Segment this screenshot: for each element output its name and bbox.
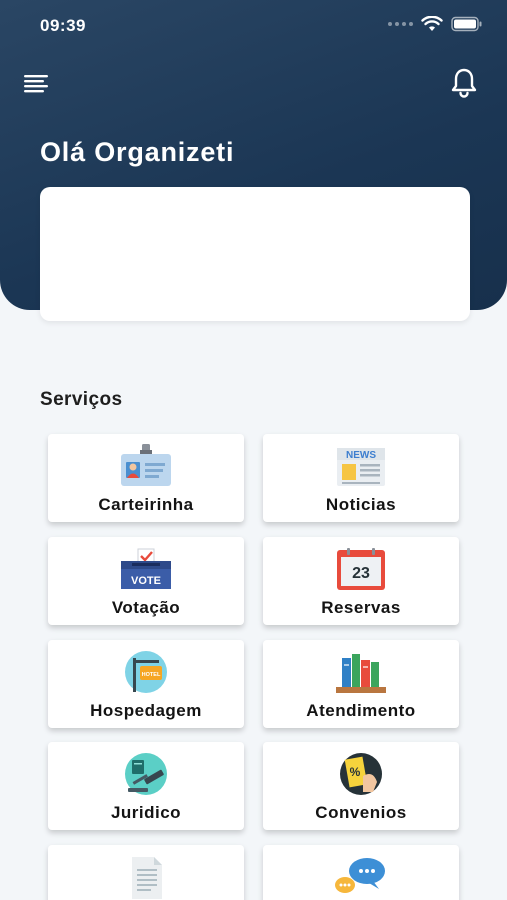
greeting-title: Olá Organizeti [40, 137, 235, 167]
tile-label: Hospedagem [90, 701, 202, 720]
svg-text:%: % [350, 765, 361, 779]
service-tile-chat[interactable] [263, 845, 459, 900]
calendar-day: 23 [352, 565, 370, 582]
hotel-text: HOTEL [142, 672, 161, 678]
battery-icon [451, 16, 482, 32]
service-tile-reservas[interactable]: 23 Reservas [263, 537, 459, 625]
bookshelf-icon [336, 654, 386, 693]
document-icon [132, 857, 162, 899]
ballot-box-icon: VOTE [121, 548, 171, 589]
discount-tag-icon: % [340, 753, 382, 795]
service-tile-atendimento[interactable]: Atendimento [263, 640, 459, 728]
status-time: 09:39 [40, 16, 86, 35]
tile-label: Convenios [315, 803, 407, 822]
status-bar: 09:39 [0, 0, 507, 52]
signal-icon [388, 22, 413, 26]
service-tile-convenios[interactable]: % Convenios [263, 742, 459, 830]
service-tile-juridico[interactable]: Juridico [48, 742, 244, 830]
tile-label: Carteirinha [98, 495, 194, 514]
bell-icon [451, 68, 477, 98]
service-tile-hospedagem[interactable]: HOTEL Hospedagem [48, 640, 244, 728]
tile-label: Noticias [325, 495, 397, 514]
tile-label: Atendimento [306, 701, 416, 720]
tile-label: Votação [111, 598, 181, 617]
calendar-icon: 23 [337, 548, 385, 590]
wifi-icon [421, 16, 443, 31]
service-tile-votacao[interactable]: VOTE Votação [48, 537, 244, 625]
menu-button[interactable] [22, 70, 52, 96]
menu-icon [24, 75, 48, 93]
ballot-text: VOTE [131, 575, 161, 587]
tile-label: Reservas [321, 598, 401, 617]
newspaper-icon: NEWS [337, 448, 385, 486]
service-tile-carteirinha[interactable]: Carteirinha [48, 434, 244, 522]
notifications-button[interactable] [448, 66, 480, 98]
chat-bubbles-icon [335, 858, 385, 893]
news-text: NEWS [346, 450, 376, 461]
hotel-sign-icon: HOTEL [125, 651, 167, 693]
services-title: Serviços [40, 389, 123, 410]
id-card-icon [121, 444, 171, 486]
tile-label: Juridico [110, 803, 182, 822]
banner-card[interactable] [40, 187, 470, 321]
service-tile-documents[interactable] [48, 845, 244, 900]
service-tile-noticias[interactable]: NEWS Noticias [263, 434, 459, 522]
gavel-icon [125, 753, 167, 795]
